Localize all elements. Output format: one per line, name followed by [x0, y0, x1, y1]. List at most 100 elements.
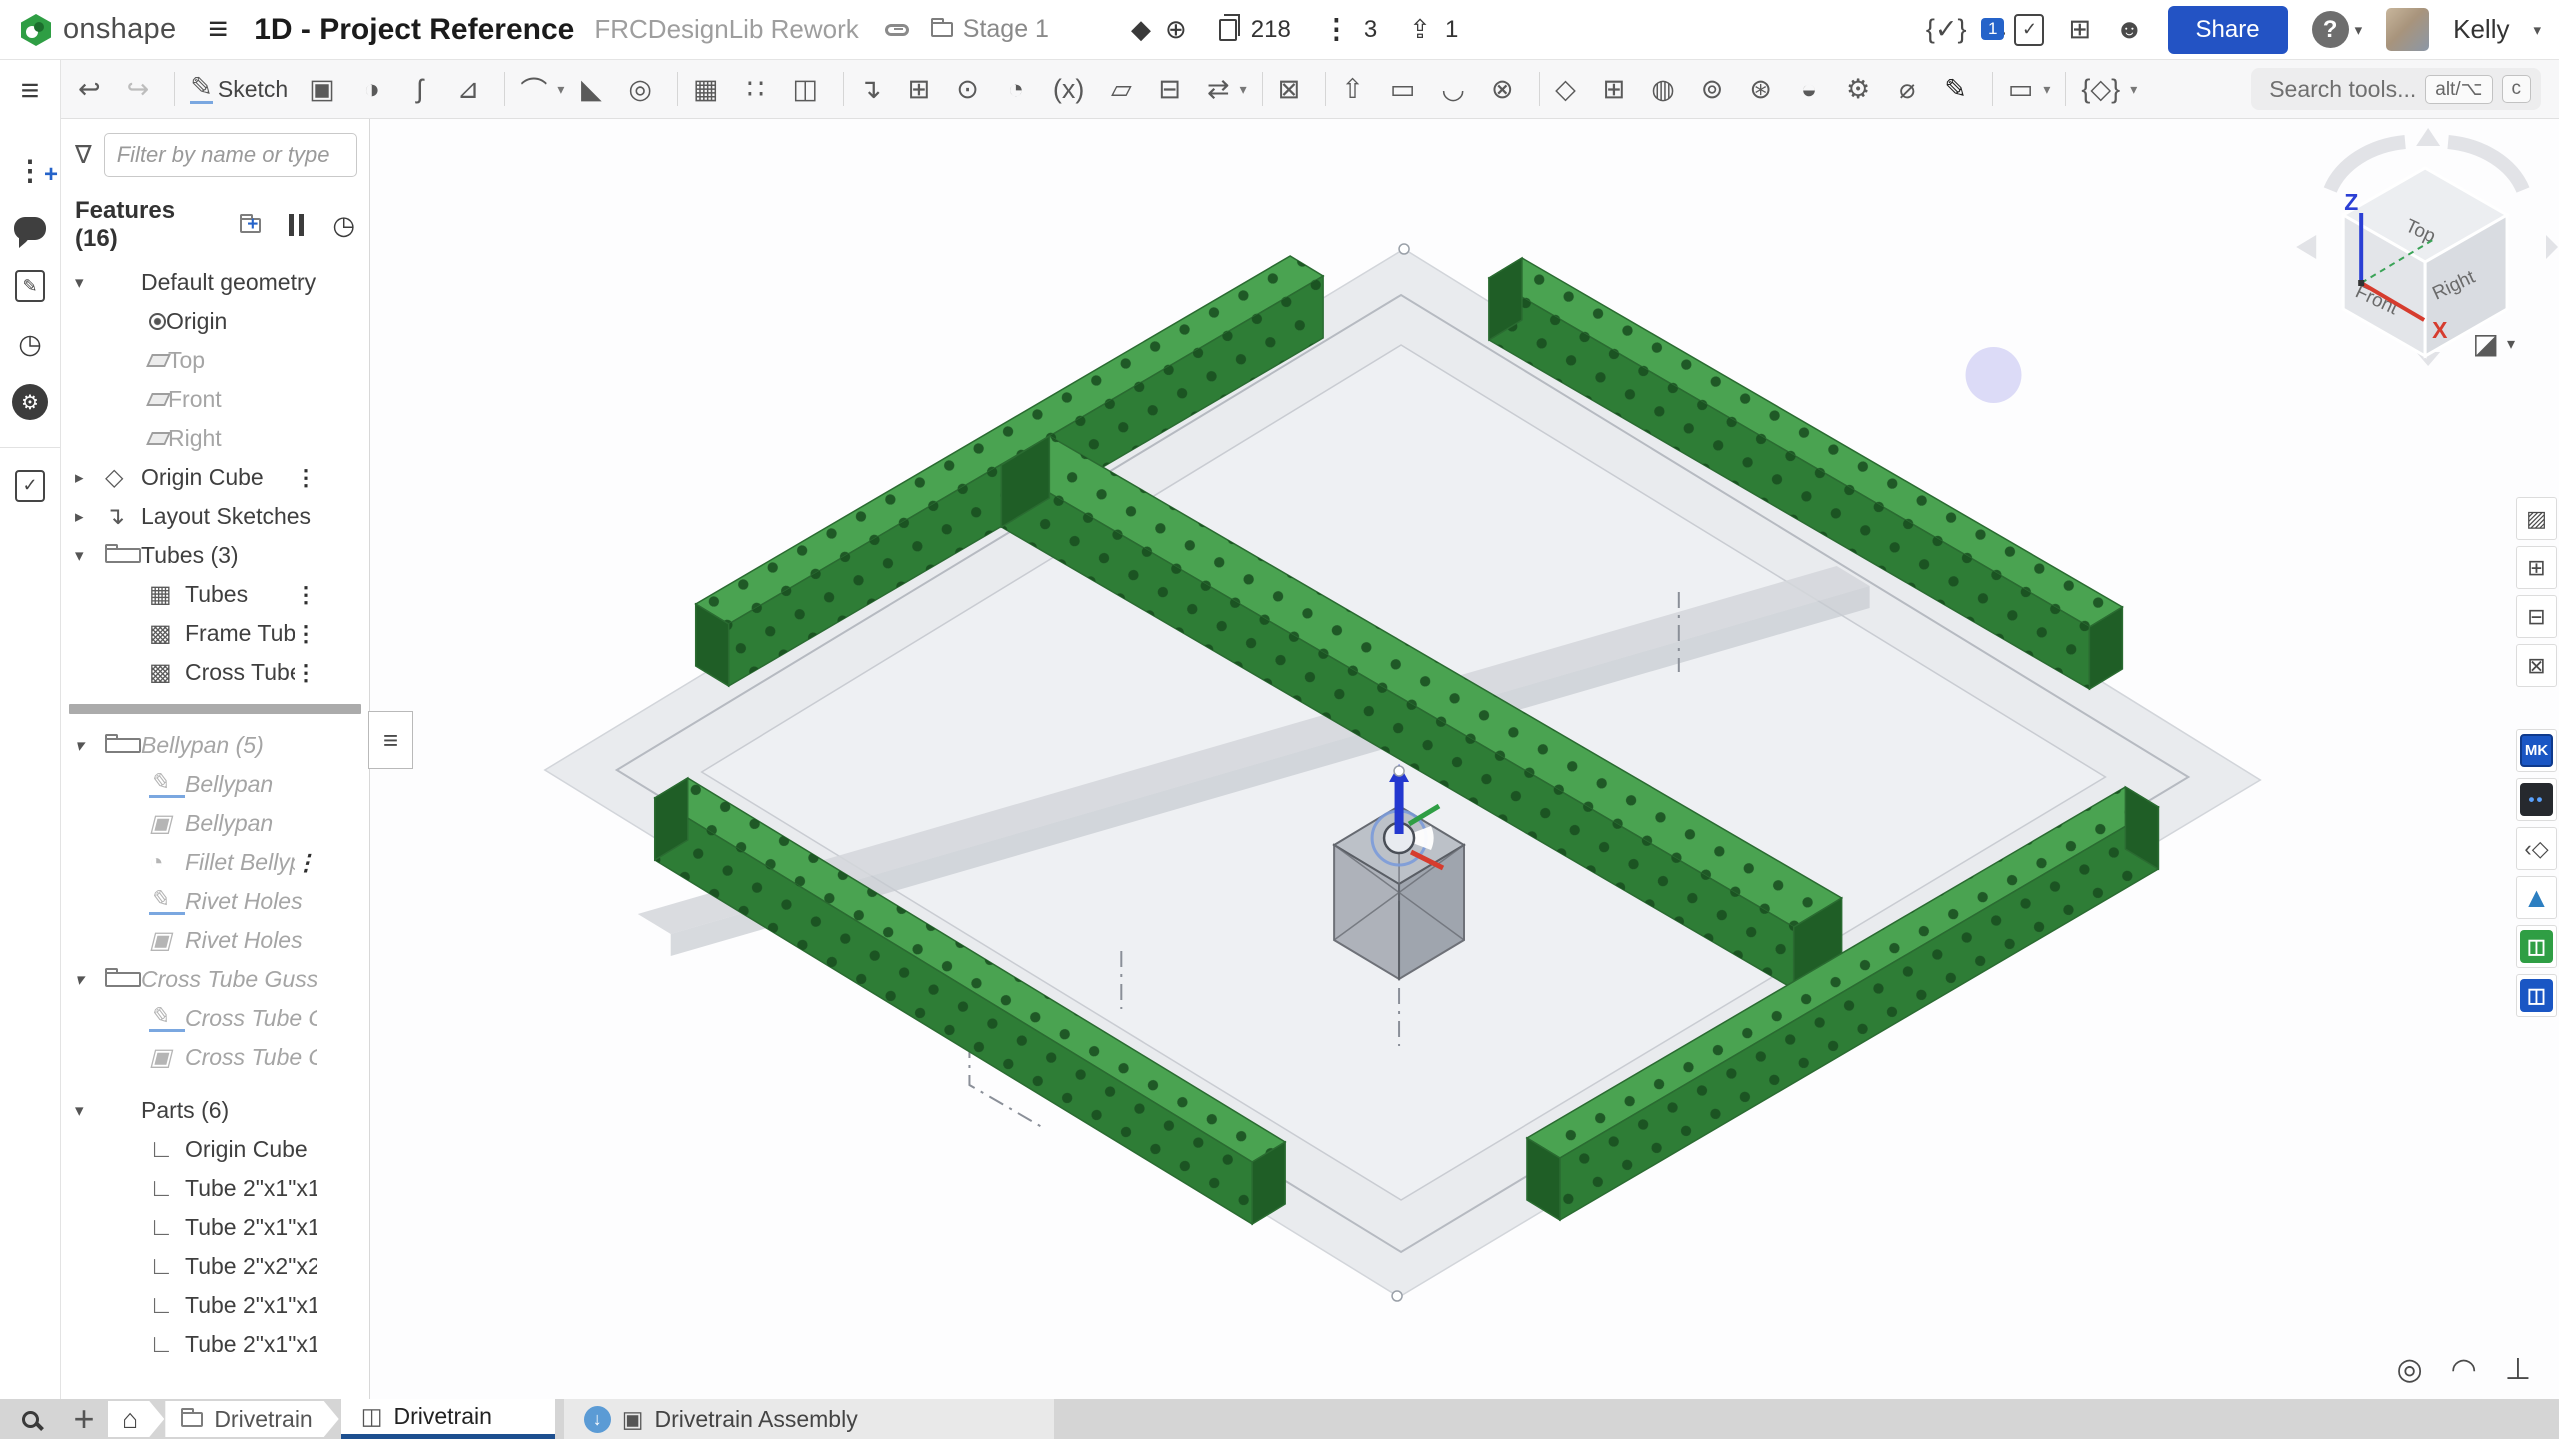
toolbar-separator[interactable] — [1539, 72, 1540, 106]
onshape-logo[interactable]: onshape — [18, 12, 176, 48]
feature-menu-dots-icon[interactable]: ⋮ — [295, 660, 317, 686]
toolbar-separator[interactable] — [843, 72, 844, 106]
draft-icon[interactable]: ◎ — [621, 66, 669, 112]
undo-icon[interactable]: ↩ — [71, 66, 118, 112]
tree-row-layout-sketches[interactable]: ▸ ↴ Layout Sketches — [61, 497, 369, 536]
expand-chevron-icon[interactable]: ▸ — [75, 468, 105, 488]
release-management-icon[interactable]: {✓} — [1926, 14, 1967, 45]
tab-part-studio-drivetrain[interactable]: ◫ Drivetrain — [341, 1399, 555, 1439]
tree-row-top-plane[interactable]: Top — [61, 341, 369, 380]
feature-list-toggle-icon[interactable]: ≡ — [0, 67, 60, 113]
protractor-icon[interactable]: ◠ — [2451, 1352, 2477, 1387]
app-triangle-icon[interactable]: ▲ — [2516, 876, 2557, 919]
search-documents-icon[interactable] — [0, 1399, 60, 1439]
part-pattern-icon[interactable]: ⊞ — [1596, 66, 1643, 112]
plane-icon[interactable]: ▱ — [1103, 66, 1149, 112]
composite-part-icon[interactable]: ⊞ — [901, 66, 948, 112]
chamfer-icon[interactable]: ◣ — [573, 66, 619, 112]
sheet-metal-end-icon[interactable]: ⊗ — [1484, 66, 1531, 112]
mirror-icon[interactable]: ◫ — [785, 66, 835, 112]
loft-icon[interactable]: ⊿ — [450, 66, 497, 112]
rollback-bar[interactable] — [69, 704, 361, 714]
notes-icon[interactable]: ✎ — [0, 263, 60, 309]
view-options-button[interactable]: ◪ ▾ — [2473, 327, 2516, 360]
avatar[interactable] — [2386, 8, 2429, 51]
redo-icon[interactable]: ↪ — [120, 66, 167, 112]
versions-icon[interactable]: ⋮ — [1323, 14, 1350, 45]
sweep-icon[interactable]: ʃ — [402, 66, 448, 112]
tree-row-part-tube-2[interactable]: ∟ Tube 2"x1"x17.5" — [61, 1208, 369, 1247]
document-menu-icon[interactable]: ≡ — [208, 10, 228, 49]
create-version-icon[interactable]: ⋮ — [0, 147, 60, 193]
mesh-icon[interactable]: ◍ — [1644, 66, 1692, 112]
link-icon[interactable] — [885, 24, 909, 36]
toolbar-separator[interactable] — [677, 72, 678, 106]
robot-feature-alt-icon[interactable]: ⊛ — [1742, 66, 1789, 112]
tree-row-tubes-folder[interactable]: ▾ Tubes (3) — [61, 536, 369, 575]
document-title[interactable]: 1D - Project Reference — [254, 13, 574, 47]
graphics-viewport[interactable]: Top Front Right Z X ◪ ▾ — [370, 119, 2559, 1399]
filter-icon[interactable]: ∇ — [75, 140, 92, 170]
tree-row-default-geometry[interactable]: ▾ Default geometry — [61, 263, 369, 302]
view-cube[interactable]: Top Front Right Z X — [2296, 128, 2558, 366]
sheet-metal-flat-icon[interactable]: ▭ — [1383, 66, 1433, 112]
filter-input[interactable] — [104, 133, 357, 177]
feature-menu-dots-icon[interactable]: ⋮ — [295, 621, 317, 647]
marker-icon[interactable]: ✎ — [1937, 66, 1984, 112]
mate-connector-icon[interactable]: ⌀ — [1889, 66, 1935, 112]
surface-icon[interactable]: ⊟ — [1151, 66, 1198, 112]
appearance-panel-icon[interactable]: ▨ — [2516, 497, 2557, 540]
sheet-metal-model-icon[interactable]: ⇧ — [1334, 66, 1381, 112]
tree-row-part-tube-4[interactable]: ∟ Tube 2"x1"x17.5" — [61, 1286, 369, 1325]
tree-row-fillet-bellypan[interactable]: ◔ Fillet Bellypan ⋮ — [61, 843, 369, 882]
docs-blue-icon[interactable]: ◫ — [2516, 974, 2557, 1017]
toolbar-separator[interactable] — [1262, 72, 1263, 106]
education-icon[interactable]: ◆ — [1131, 14, 1151, 45]
user-name[interactable]: Kelly — [2453, 14, 2509, 45]
variable-icon[interactable]: (x) — [1046, 66, 1101, 112]
home-breadcrumb[interactable]: ⌂ — [108, 1401, 164, 1437]
toolbar-separator[interactable] — [504, 72, 505, 106]
boolean-icon[interactable]: ⊙ — [949, 66, 996, 112]
expand-chevron-icon[interactable]: ▾ — [75, 736, 105, 756]
featurescript-icon[interactable]: {◇} ▾ — [2074, 66, 2144, 112]
expand-chevron-icon[interactable]: ▾ — [75, 273, 105, 293]
sheet-metal-bend-icon[interactable]: ◡ — [1434, 66, 1482, 112]
tree-row-bellypan-extrude[interactable]: ▣ Bellypan — [61, 804, 369, 843]
suppress-pause-icon[interactable] — [289, 214, 305, 236]
tree-row-cross-tube-gusset-extrude[interactable]: ▣ Cross Tube Gusset — [61, 1038, 369, 1077]
tree-row-tubes[interactable]: ▦ Tubes ⋮ — [61, 575, 369, 614]
linear-pattern-icon[interactable]: ▦ — [686, 66, 736, 112]
fillet-icon[interactable]: ⌒ ▾ — [513, 66, 571, 112]
rollback-history-icon[interactable]: ◷ — [332, 210, 355, 241]
tree-row-rivet-holes-extrude[interactable]: ▣ Rivet Holes — [61, 921, 369, 960]
thicken-icon[interactable]: ↴ — [852, 66, 899, 112]
tree-row-parts-header[interactable]: ▾ Parts (6) — [61, 1091, 369, 1130]
transform-icon[interactable]: ⇄ ▾ — [1200, 66, 1254, 112]
sketch-button[interactable]: ✎ Sketch — [183, 66, 300, 112]
configured-features-icon[interactable]: ⊟ — [2516, 595, 2557, 638]
help-menu[interactable]: ? ▾ — [2312, 11, 2363, 48]
tree-row-cross-tube[interactable]: ▩ Cross Tube ⋮ — [61, 653, 369, 692]
toolbar-separator[interactable] — [2065, 72, 2066, 106]
comments-icon[interactable] — [0, 205, 60, 251]
tree-row-front-plane[interactable]: Front — [61, 380, 369, 419]
tree-row-origin[interactable]: Origin — [61, 302, 369, 341]
tab-assembly-drivetrain[interactable]: ↓ ▣ Drivetrain Assembly — [564, 1399, 1054, 1439]
settings-gear-icon[interactable]: ⚙ — [1839, 66, 1887, 112]
workspace-selector[interactable]: Stage 1 — [931, 15, 1049, 44]
tasks-icon[interactable]: ✓ — [2014, 14, 2044, 46]
likes-icon[interactable]: ⇪ — [1409, 14, 1431, 45]
copies-icon[interactable] — [1219, 19, 1237, 41]
expand-chevron-icon[interactable]: ▾ — [75, 970, 105, 990]
tree-row-bellypan-sketch[interactable]: ✎ Bellypan — [61, 765, 369, 804]
user-menu-caret-icon[interactable]: ▾ — [2533, 21, 2541, 39]
tree-row-rivet-holes-sketch[interactable]: ✎ Rivet Holes — [61, 882, 369, 921]
mkcad-app-icon[interactable]: MK — [2516, 729, 2557, 772]
toolbar-separator[interactable] — [1992, 72, 1993, 106]
configurations-icon[interactable]: ⊞ — [2516, 546, 2557, 589]
collaborate-icon[interactable]: ◒ — [1791, 66, 1837, 112]
insert-part-icon[interactable]: ◇ — [1548, 66, 1594, 112]
tree-row-part-origin-cube[interactable]: ∟ Origin Cube — [61, 1130, 369, 1169]
checklist-icon[interactable]: ✓ — [0, 447, 60, 507]
